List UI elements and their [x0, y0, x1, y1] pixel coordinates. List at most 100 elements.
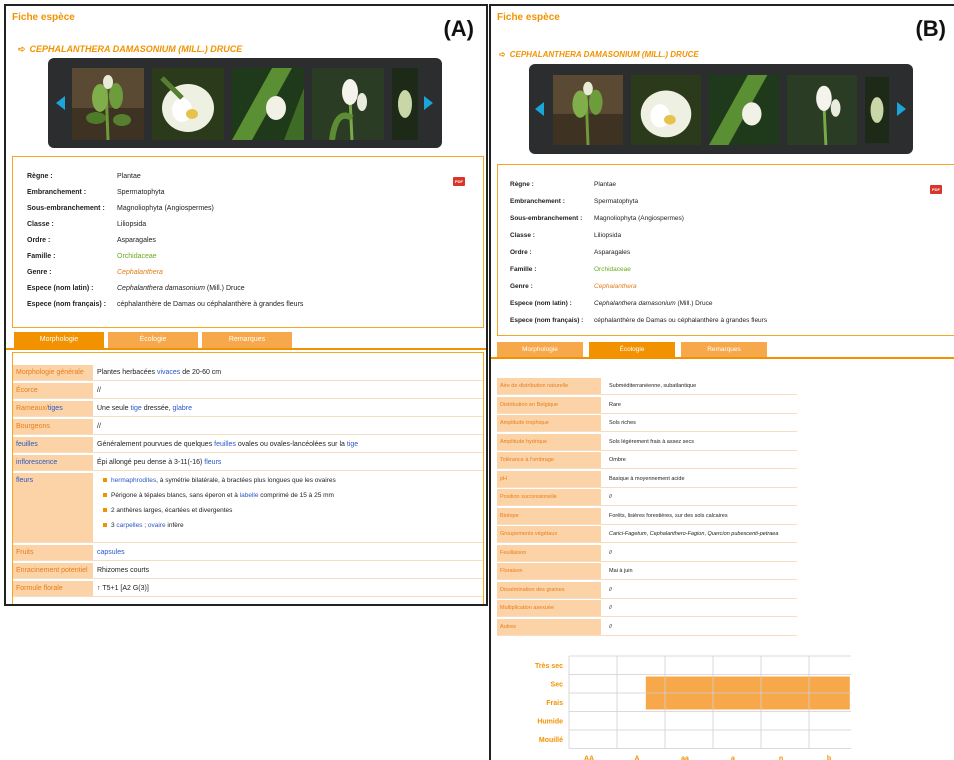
gallery-next-arrow-icon[interactable]	[897, 102, 906, 116]
thumbnail-partial[interactable]	[865, 74, 889, 146]
species-name: CEPHALANTHERA DAMASONIUM (MILL.) DRUCE	[509, 50, 699, 59]
species-heading: ➪ CEPHALANTHERA DAMASONIUM (MILL.) DRUCE	[18, 44, 242, 55]
morph-row-feuilles: feuilles Généralement pourvues de quelqu…	[13, 437, 483, 453]
eco-row-value: Subméditerranéenne, subatlantique	[609, 383, 697, 389]
ecogram-y-label: Frais	[546, 700, 563, 707]
morph-row-inflorescence: inflorescence Épi allongé peu dense à 3-…	[13, 455, 483, 471]
tab-ecologie[interactable]: Écologie	[108, 332, 198, 348]
thumbnail-flower-stem[interactable]	[787, 74, 857, 146]
tabs-underline	[6, 348, 486, 350]
photo-gallery	[48, 58, 442, 148]
eco-row-label: Floraison	[497, 563, 601, 580]
eco-row-value: //	[609, 605, 613, 611]
eco-row-label: Feuillaison	[497, 544, 601, 562]
eco-row: Amplitude hydrique Sols légèrement frais …	[497, 433, 797, 451]
taxo-row-embranchement: Embranchement : Spermatophyta	[27, 189, 165, 196]
eco-row: Autres //	[497, 618, 797, 636]
eco-row-label: Groupements végétaux	[497, 526, 601, 543]
taxo-row-ordre: Ordre : Asparagales	[27, 237, 156, 244]
ecogram-x-label: aa	[681, 756, 689, 760]
morph-row-formule: Formule florale ↑ T5+1 [A2 G(3)]	[13, 581, 483, 597]
panel-a: Fiche espèce (A) ➪ CEPHALANTHERA DAMASONI…	[4, 4, 488, 606]
fleurs-bullet-1: hermaphrodites, à symétrie bilatérale, à…	[103, 477, 336, 484]
tab-ecologie[interactable]: Écologie	[589, 342, 675, 357]
tab-remarques[interactable]: Remarques	[202, 332, 292, 348]
eco-row: Tolérance à l'ombrage Ombre	[497, 452, 797, 469]
fleurs-bullet-4: 3 carpelles ; ovaire infère	[103, 522, 184, 529]
panel-b: Fiche espèce (B) ➪ CEPHALANTHERA DAMASONI…	[489, 4, 954, 760]
thumbnail-leaves-photo[interactable]	[709, 74, 779, 146]
gallery-prev-arrow-icon[interactable]	[535, 102, 544, 116]
famille-link[interactable]: Orchidaceae	[117, 253, 157, 260]
photo-gallery	[529, 64, 913, 154]
taxo-row-espece-francais: Espece (nom français) : céphalanthère de …	[27, 301, 304, 308]
eco-row: Aire de distribution naturelle Subméditer…	[497, 378, 797, 395]
gallery-next-arrow-icon[interactable]	[424, 96, 433, 110]
eco-row: Feuillaison //	[497, 544, 797, 562]
morph-row-enracinement: Enracinement potentiel Rhizomes courts	[13, 563, 483, 579]
eco-row-value: Rare	[609, 401, 621, 408]
tab-morphologie[interactable]: Morphologie	[497, 342, 583, 357]
fiche-title: Fiche espèce	[497, 12, 560, 23]
ecogram-x-label: a	[731, 756, 735, 760]
fiche-title: Fiche espèce	[12, 12, 75, 23]
morph-row-rameaux: Rameaux/tiges Une seule tige dressée, gl…	[13, 401, 483, 417]
tabs-underline	[491, 357, 954, 359]
taxonomy-box: PDF Règne : Plantae Embranchement : Sperma…	[12, 156, 484, 328]
taxo-row-genre: Genre : Cephalanthera	[27, 269, 163, 276]
ecogram-x-label: b	[827, 756, 831, 760]
thumbnail-flower-closeup[interactable]	[152, 68, 224, 140]
tab-remarques[interactable]: Remarques	[681, 342, 767, 357]
eco-row-value: //	[609, 549, 613, 556]
thumbnail-plant-photo[interactable]	[72, 68, 144, 140]
eco-row-label: pH	[497, 470, 601, 488]
eco-row-label: Autres	[497, 618, 601, 636]
taxo-row-ordre: Ordre : Asparagales	[510, 249, 631, 256]
eco-row: Position successionelle //	[497, 489, 797, 506]
ecogram-y-label: Sec	[551, 681, 564, 688]
genre-link[interactable]: Cephalanthera	[117, 269, 163, 276]
thumbnail-flower-stem[interactable]	[312, 68, 384, 140]
eco-row-label: Biotope	[497, 507, 601, 525]
taxo-row-embranchement: Embranchement : Spermatophyta	[510, 198, 639, 205]
eco-row-value: Carici-Fagetum, Cephalanthero-Fagion, Qu…	[609, 531, 779, 537]
eco-row-label: Amplitude trophique	[497, 415, 601, 432]
taxo-row-classe: Classe : Liliopsida	[510, 232, 622, 239]
tab-morphologie[interactable]: Morphologie	[14, 332, 104, 348]
morph-row-bourgeons: Bourgeons //	[13, 419, 483, 435]
eco-row-value: Forêts, lisières forestières, sur des so…	[609, 512, 728, 519]
taxo-row-sous-embranchement: Sous-embranchement : Magnoliophyta (Angio…	[510, 215, 684, 222]
genre-link[interactable]: Cephalanthera	[594, 283, 637, 290]
fleurs-bullet-2: Périgone à tépales blancs, sans éperon e…	[103, 492, 334, 499]
eco-row-value: //	[609, 494, 613, 500]
ecogram-x-label: AA	[584, 756, 594, 760]
eco-row: Biotope Forêts, lisières forestières, sur…	[497, 507, 797, 525]
taxo-row-famille: Famille : Orchidaceae	[510, 266, 631, 273]
thumbnail-flower-closeup[interactable]	[631, 74, 701, 146]
eco-row: Distribution en Belgique Rare	[497, 396, 797, 414]
taxo-row-regne: Règne : Plantae	[510, 181, 617, 188]
panel-letter: (A)	[443, 16, 474, 41]
taxo-row-espece-francais: Espece (nom français) : céphalanthère de …	[510, 317, 768, 324]
ecogram-y-label: Très sec	[535, 663, 563, 670]
eco-row-value: Sols riches	[609, 420, 636, 426]
morphology-box: Morphologie générale Plantes herbacées v…	[12, 352, 484, 604]
eco-row-label: Amplitude hydrique	[497, 433, 601, 451]
species-name: CEPHALANTHERA DAMASONIUM (MILL.) DRUCE	[29, 44, 243, 54]
taxo-row-classe: Classe : Liliopsida	[27, 221, 147, 228]
eco-row-value: //	[609, 623, 613, 630]
ecogram-x-label: A	[634, 756, 639, 760]
thumbnail-partial[interactable]	[392, 68, 418, 140]
thumbnail-plant-photo[interactable]	[553, 74, 623, 146]
thumbnail-leaves-photo[interactable]	[232, 68, 304, 140]
famille-link[interactable]: Orchidaceae	[594, 266, 631, 273]
eco-row: Amplitude trophique Sols riches	[497, 415, 797, 432]
gallery-prev-arrow-icon[interactable]	[56, 96, 65, 110]
ecogram-chart: Très secSecFraisHumideMouilléAA Aaa a n b	[535, 655, 851, 760]
eco-row-label: Tolérance à l'ombrage	[497, 452, 601, 469]
eco-row: pH Basique à moyennement acide	[497, 470, 797, 488]
arrow-right-icon: ➪	[18, 44, 26, 54]
taxonomy-box: PDF Règne : Plantae Embranchement : Sperma…	[497, 164, 954, 336]
ecogram-y-label: Mouillé	[539, 737, 563, 744]
eco-row-value: //	[609, 586, 613, 593]
